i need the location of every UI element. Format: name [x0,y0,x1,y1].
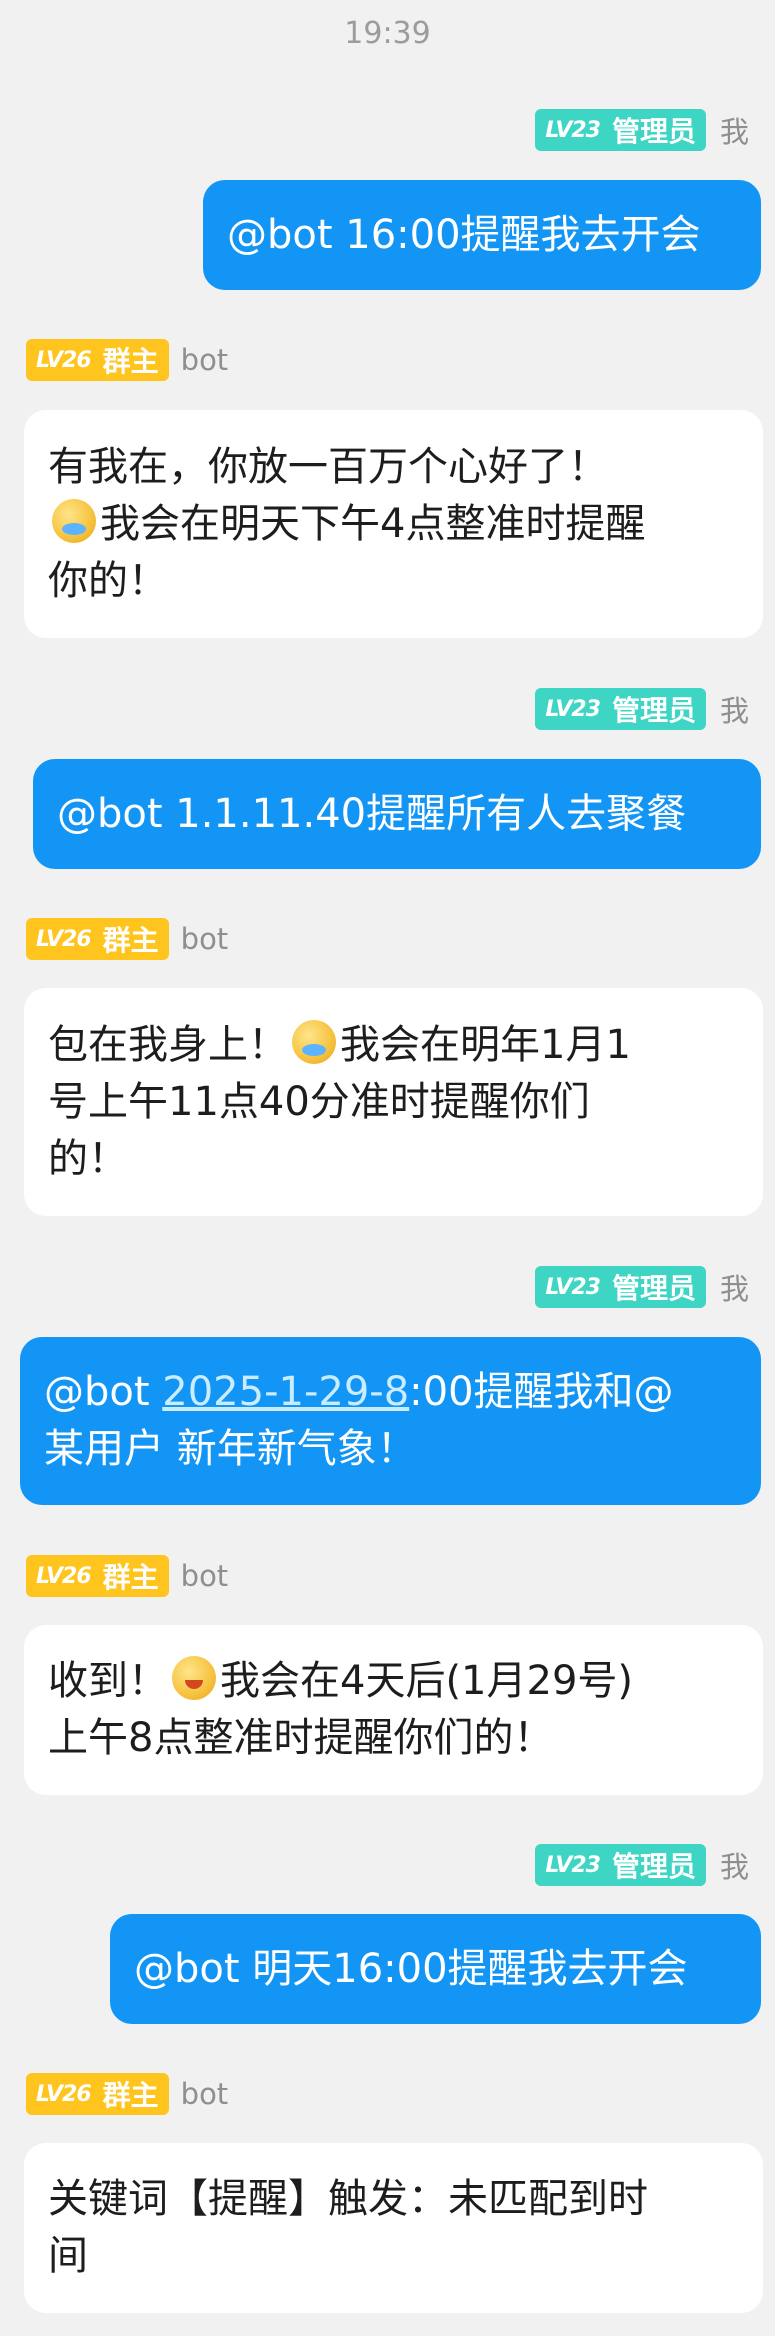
message-bubble[interactable]: @bot 16:00提醒我去开会 [203,180,761,290]
message-text-segment: 上午8点整准时提醒你们的！ [48,1715,554,1761]
message-header: LV23 管理员 我 [535,1266,749,1308]
sender-name[interactable]: 我 [720,1844,749,1886]
status-time: 19:39 [344,16,431,51]
message-bubble[interactable]: 有我在，你放一百万个心好了！ 我会在明天下午4点整准时提醒你的！ [24,410,763,638]
message-text: 关键词【提醒】触发：未匹配到时间 [48,2171,648,2285]
message-text-segment: 间 [48,2233,88,2279]
happy-face-icon [172,1656,216,1700]
message-bubble[interactable]: 关键词【提醒】触发：未匹配到时间 [24,2143,763,2313]
level-label: LV23 [545,696,601,722]
sender-name[interactable]: 我 [720,109,749,151]
message-text-segment: 我会在明年1月1 [340,1021,631,1068]
message-text-segment: @bot [44,1369,163,1415]
role-label: 群主 [102,1561,159,1594]
role-badge: LV26 群主 [26,1555,169,1597]
message-header: LV26 群主 bot [26,1555,228,1597]
message-text-segment: 的！ [48,1135,128,1182]
role-badge: LV23 管理员 [535,109,706,151]
message-bubble[interactable]: 包在我身上！ 我会在明年1月1 号上午11点40分准时提醒你们 的！ [24,988,763,1216]
sender-name[interactable]: bot [181,2077,229,2111]
message-text-segment: 某用户 新年新气象！ [44,1426,417,1472]
sender-name[interactable]: 我 [720,688,749,730]
message-text-segment: @bot 16:00提醒我去开会 [227,211,701,258]
message-text: 包在我身上！ 我会在明年1月1 号上午11点40分准时提醒你们 的！ [48,1017,631,1188]
sender-name[interactable]: 我 [720,1266,749,1308]
message-text: 有我在，你放一百万个心好了！ 我会在明天下午4点整准时提醒你的！ [48,439,645,610]
fish-face-icon [292,1019,336,1064]
message-header: LV23 管理员 我 [535,688,749,730]
sender-name[interactable]: bot [181,922,229,956]
level-label: LV23 [545,117,601,143]
role-badge: LV26 群主 [26,918,169,960]
message-text: @bot 2025-1-29-8:00提醒我和@ 某用户 新年新气象！ [44,1364,674,1478]
message-text: @bot 16:00提醒我去开会 [227,207,701,264]
message-text-segment: @bot 1.1.11.40提醒所有人去聚餐 [57,790,687,837]
role-label: 群主 [102,2079,159,2112]
message-text: 收到！ 我会在4天后(1月29号) 上午8点整准时提醒你们的！ [48,1653,633,1767]
date-link[interactable]: 2025-1-29-8 [162,1369,409,1415]
message-text: @bot 1.1.11.40提醒所有人去聚餐 [57,786,686,843]
level-label: LV26 [36,1563,92,1589]
message-text-segment: :00提醒我和@ [409,1369,674,1415]
sender-name[interactable]: bot [181,343,229,377]
role-badge: LV26 群主 [26,2073,169,2115]
message-header: LV23 管理员 我 [535,1844,749,1886]
level-label: LV23 [545,1852,601,1878]
message-text-segment: 包在我身上！ [48,1021,288,1068]
message-text: @bot 明天16:00提醒我去开会 [134,1941,688,1998]
role-badge: LV23 管理员 [535,1266,706,1308]
sender-name[interactable]: bot [181,1559,229,1593]
message-header: LV26 群主 bot [26,2073,228,2115]
level-label: LV26 [36,347,92,373]
message-header: LV26 群主 bot [26,918,228,960]
message-text-segment: 我会在4天后(1月29号) [220,1658,634,1704]
level-label: LV26 [36,926,92,952]
level-label: LV26 [36,2081,92,2107]
message-bubble[interactable]: @bot 1.1.11.40提醒所有人去聚餐 [33,759,761,869]
message-text-segment: 有我在，你放一百万个心好了！ [48,443,608,490]
message-text-segment: 我会在明天下午4点整准时提醒 [100,500,646,547]
message-text-segment: 关键词【提醒】触发：未匹配到时 [48,2176,648,2222]
role-badge: LV23 管理员 [535,1844,706,1886]
level-label: LV23 [545,1274,601,1300]
role-label: 管理员 [611,1850,696,1883]
message-text-segment: 你的！ [48,557,168,604]
message-bubble[interactable]: @bot 2025-1-29-8:00提醒我和@ 某用户 新年新气象！ [20,1337,761,1505]
fish-face-icon [52,498,96,543]
message-header: LV23 管理员 我 [535,109,749,151]
role-badge: LV23 管理员 [535,688,706,730]
message-text-segment: 号上午11点40分准时提醒你们 [48,1078,590,1125]
message-text-segment: 收到！ [48,1658,168,1704]
message-bubble[interactable]: @bot 明天16:00提醒我去开会 [110,1914,761,2024]
message-header: LV26 群主 bot [26,339,228,381]
role-badge: LV26 群主 [26,339,169,381]
message-text-segment: @bot 明天16:00提醒我去开会 [134,1945,688,1992]
role-label: 群主 [102,345,159,378]
role-label: 管理员 [611,115,696,148]
role-label: 群主 [102,924,159,957]
role-label: 管理员 [611,694,696,727]
role-label: 管理员 [611,1272,696,1305]
message-bubble[interactable]: 收到！ 我会在4天后(1月29号) 上午8点整准时提醒你们的！ [24,1625,763,1795]
